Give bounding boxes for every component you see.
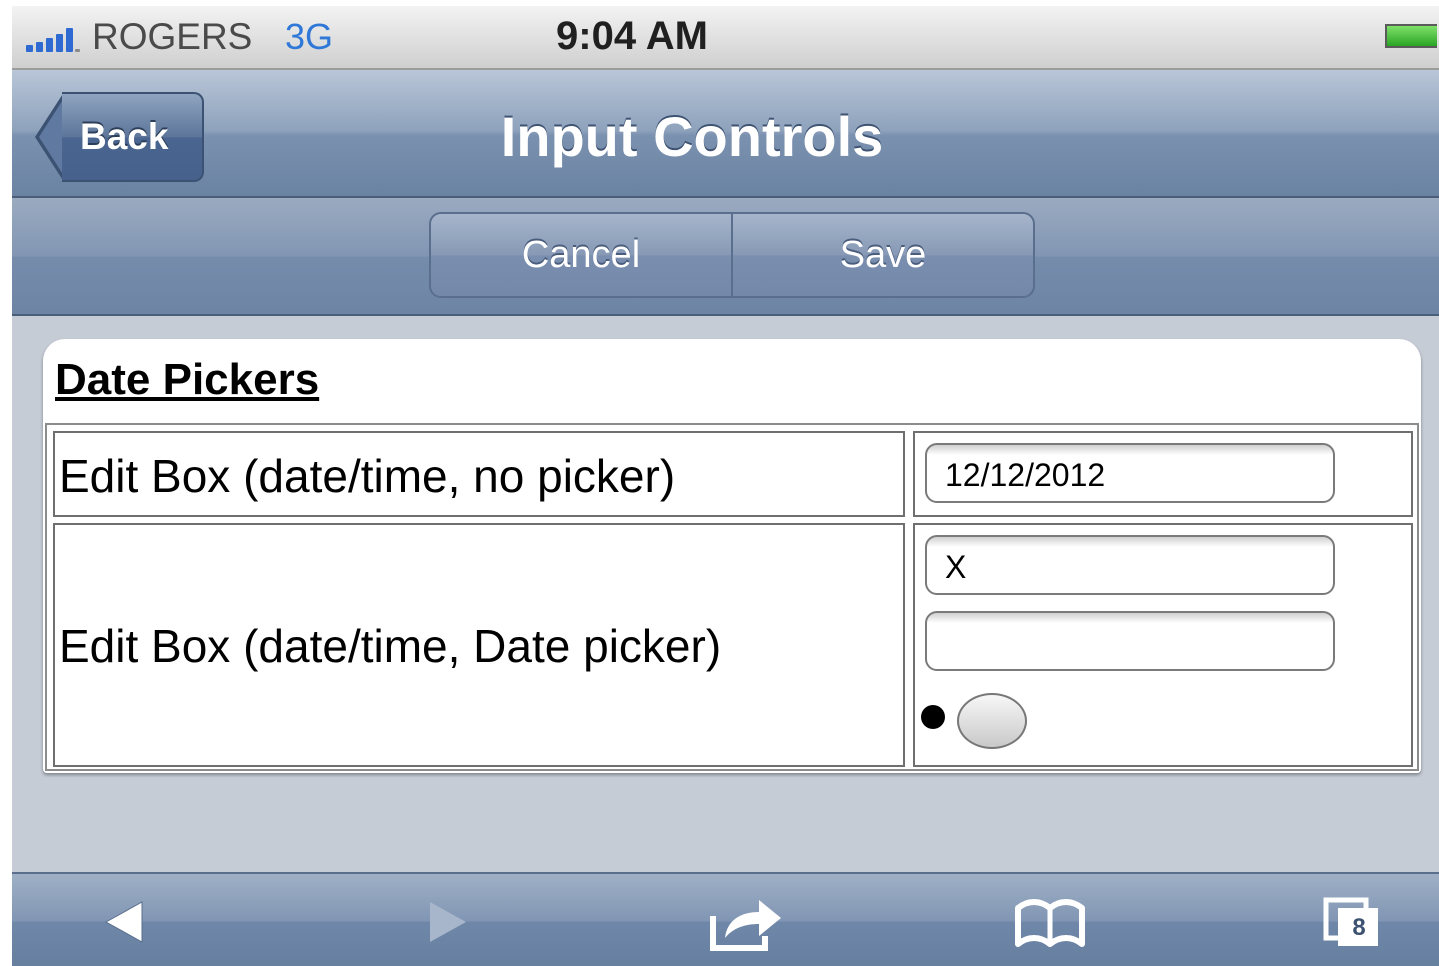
content-panel: Date Pickers Edit Box (date/time, no pic… [43, 339, 1421, 773]
date-picker-edit-box[interactable]: X [925, 535, 1335, 595]
page-title: Input Controls [500, 105, 884, 168]
date-edit-box[interactable]: 12/12/2012 [925, 443, 1335, 503]
tab-count: 8 [1352, 914, 1366, 941]
phone-screen: ROGERS 3G 9:04 AM Back Input Controls Ca… [12, 6, 1439, 966]
action-toolbar: Cancel Save [12, 198, 1439, 316]
forward-arrow-icon[interactable] [412, 892, 482, 952]
form-table: Edit Box (date/time, no picker) 12/12/20… [45, 423, 1419, 771]
row-2-label: Edit Box (date/time, Date picker) [59, 620, 722, 672]
status-clock: 9:04 AM [556, 14, 708, 58]
row-1-label: Edit Box (date/time, no picker) [59, 450, 676, 502]
row-2-label-cell: Edit Box (date/time, Date picker) [53, 523, 905, 767]
bullet-dot [921, 705, 945, 729]
tabs-icon[interactable]: 8 [1318, 892, 1388, 952]
segmented-control: Cancel Save [429, 212, 1035, 298]
share-icon[interactable] [707, 892, 781, 952]
back-arrow-icon[interactable] [92, 892, 162, 952]
save-button[interactable]: Save [733, 214, 1033, 296]
date-picker-secondary-box[interactable] [925, 611, 1335, 671]
back-button[interactable]: Back [62, 92, 204, 182]
battery-icon [1385, 24, 1437, 48]
cancel-button[interactable]: Cancel [431, 214, 733, 296]
section-title: Date Pickers [55, 355, 320, 404]
navigation-bar: Back Input Controls [12, 70, 1439, 198]
date-picker-toggle-button[interactable] [957, 693, 1027, 749]
signal-icon [26, 28, 80, 52]
network-type: 3G [285, 16, 334, 57]
browser-toolbar: 8 [12, 872, 1439, 966]
status-bar: ROGERS 3G 9:04 AM [12, 6, 1439, 70]
row-2-input-cell: X [913, 523, 1413, 767]
bookmarks-icon[interactable] [1010, 892, 1085, 952]
row-1-label-cell: Edit Box (date/time, no picker) [53, 431, 905, 517]
row-1-input-cell: 12/12/2012 [913, 431, 1413, 517]
carrier-name: ROGERS [92, 16, 253, 57]
